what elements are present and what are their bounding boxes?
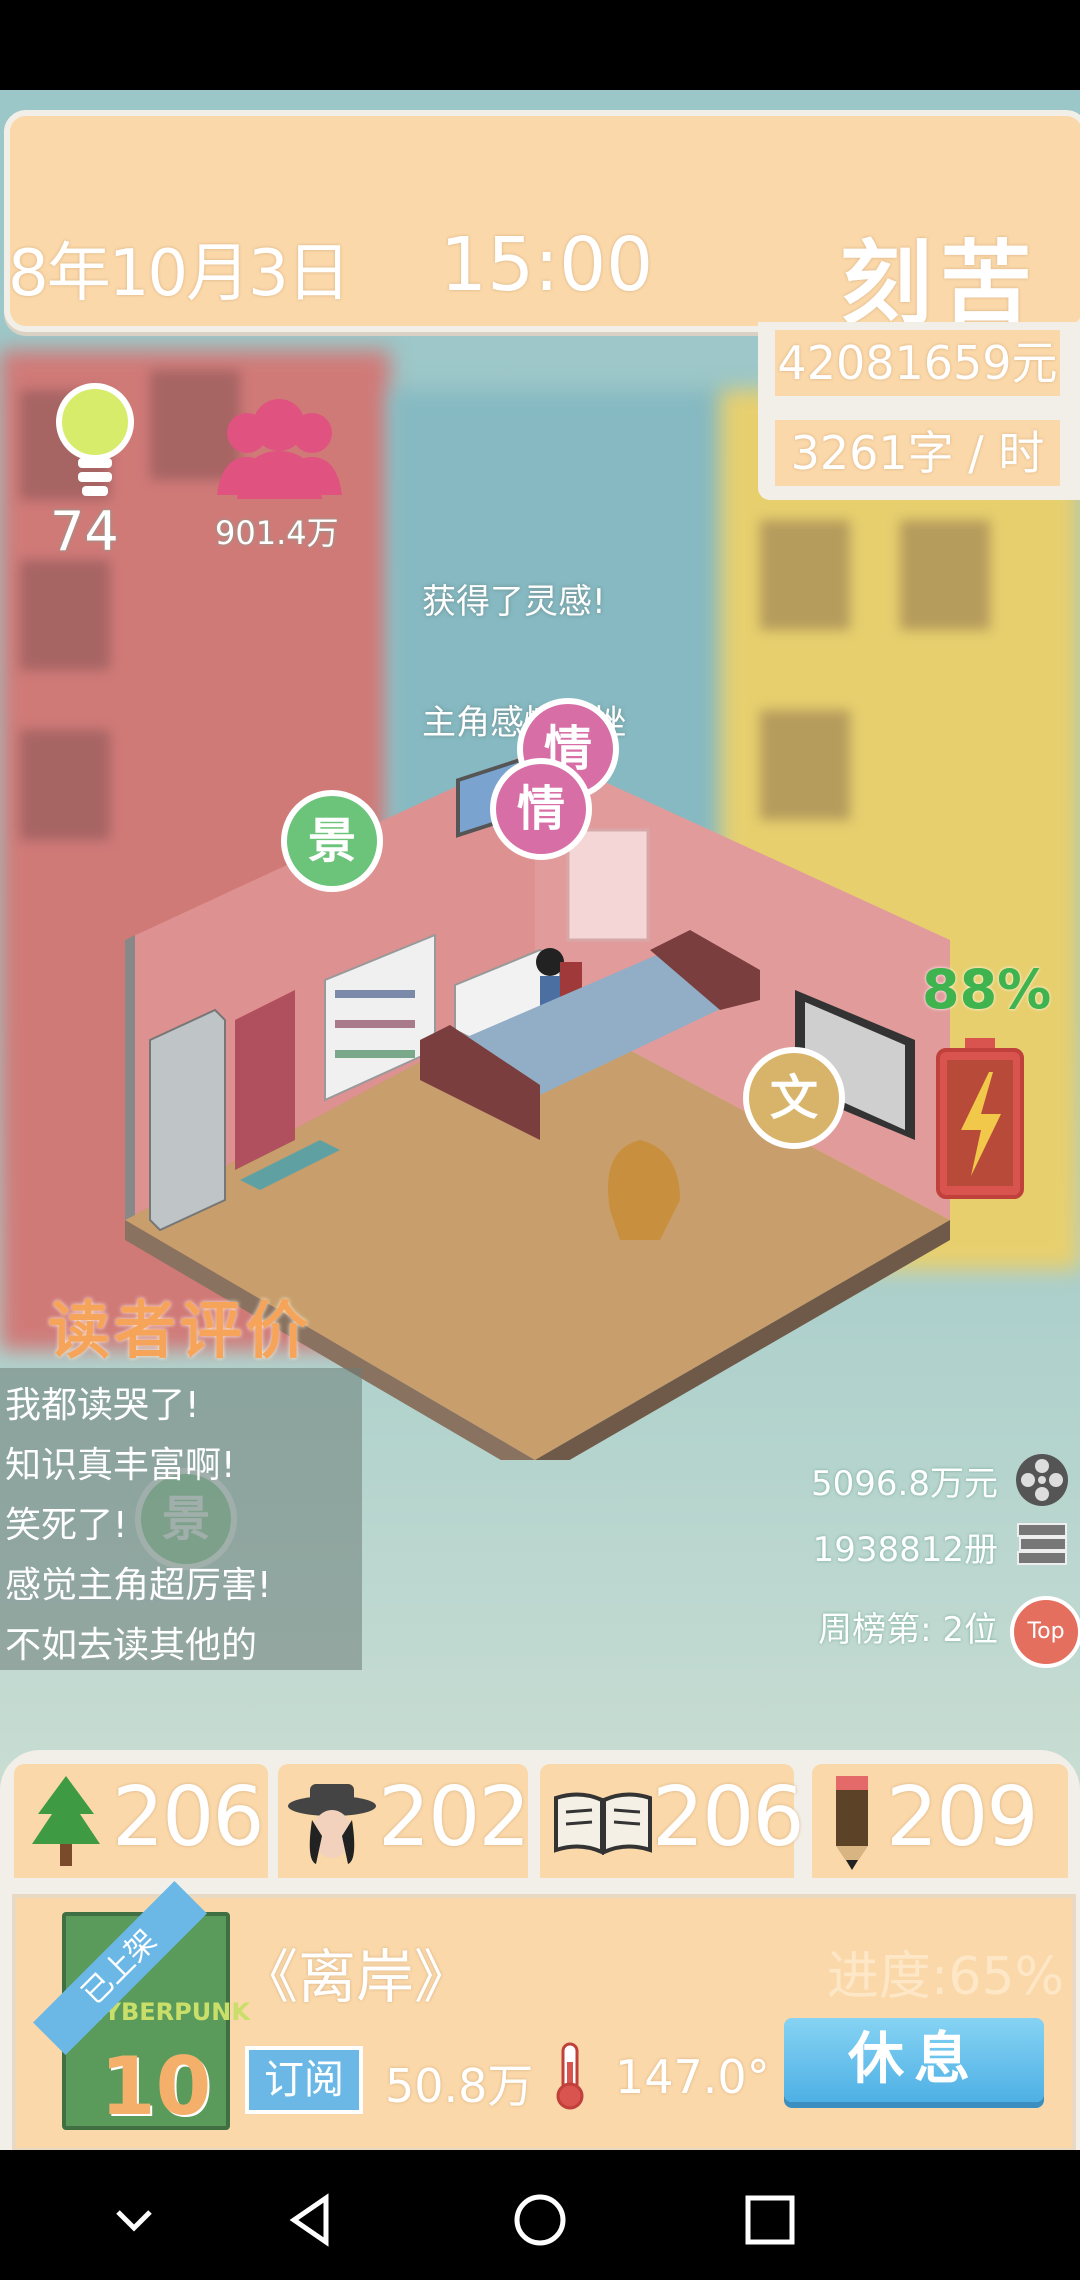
rest-button[interactable]: 休息: [784, 2018, 1044, 2102]
writing-progress: 进度:65%: [826, 1947, 1064, 2007]
fans-icon[interactable]: [212, 395, 347, 505]
review-item: 知识真丰富啊!: [5, 1445, 236, 1486]
popularity-temperature: 147.0°: [615, 2050, 770, 2104]
detective-icon: [288, 1784, 376, 1864]
film-reel-icon[interactable]: [1014, 1452, 1070, 1508]
inspiration-message: 获得了灵感!: [422, 582, 606, 622]
attribute-value: 209: [886, 1770, 1039, 1865]
game-date: 8年10月3日: [8, 237, 351, 311]
writing-speed: 3261字 / 时: [775, 420, 1060, 486]
home-icon[interactable]: [512, 2192, 568, 2248]
attribute-value: 202: [378, 1770, 531, 1865]
recents-icon[interactable]: [742, 2192, 798, 2248]
book-title: 《离岸》: [240, 1943, 473, 2011]
game-screen: 8年10月3日 15:00 刻苦 42081659元 3261字 / 时 74 …: [0, 0, 1080, 2280]
lightbulb-icon[interactable]: [50, 380, 140, 510]
top-rank-button[interactable]: Top: [1010, 1596, 1080, 1668]
money-display: 42081659元: [775, 330, 1060, 396]
reader-review-title: 读者评价: [48, 1294, 313, 1367]
game-time: 15:00: [440, 222, 654, 308]
emotion-bubble[interactable]: 情: [490, 758, 592, 860]
curtain-window: [566, 828, 650, 942]
attribute-value: 206: [112, 1770, 265, 1865]
fridge: [149, 1008, 226, 1232]
battery-icon: [936, 1038, 1024, 1199]
scene-bubble[interactable]: 景: [281, 790, 383, 892]
tree-icon: [32, 1776, 100, 1866]
building-window: [20, 560, 110, 670]
review-item: 不如去读其他的: [5, 1625, 258, 1666]
open-book-icon: [554, 1792, 652, 1856]
subscribe-badge: 订阅: [245, 2046, 363, 2114]
thermometer-icon: [556, 2042, 584, 2110]
energy-percent: 88%: [922, 958, 1052, 1021]
back-icon[interactable]: [282, 2192, 338, 2248]
chevron-down-icon[interactable]: [106, 2192, 162, 2248]
weekly-rank: 周榜第: 2位: [818, 1610, 998, 1650]
wall-trim: [125, 935, 135, 1220]
building-window: [760, 520, 850, 630]
status-bar: [0, 0, 1080, 90]
review-item: 笑死了!: [5, 1505, 128, 1546]
review-item: 感觉主角超厉害!: [5, 1565, 272, 1606]
building-window: [900, 520, 990, 630]
subscriber-count: 50.8万: [385, 2059, 534, 2113]
text-bubble[interactable]: 文: [743, 1047, 845, 1149]
writer-head: [536, 948, 564, 976]
pencil-icon: [836, 1776, 868, 1870]
book-stack-icon[interactable]: [1014, 1518, 1070, 1574]
room-door: [235, 990, 295, 1170]
inspiration-count: 74: [50, 500, 119, 563]
copies-stat: 1938812册: [812, 1530, 998, 1570]
building-window: [20, 730, 110, 840]
cover-number: 10: [100, 2040, 212, 2133]
fans-count: 901.4万: [215, 514, 339, 552]
revenue-stat: 5096.8万元: [811, 1464, 998, 1504]
review-item: 我都读哭了!: [5, 1385, 200, 1426]
attribute-value: 206: [652, 1770, 805, 1865]
